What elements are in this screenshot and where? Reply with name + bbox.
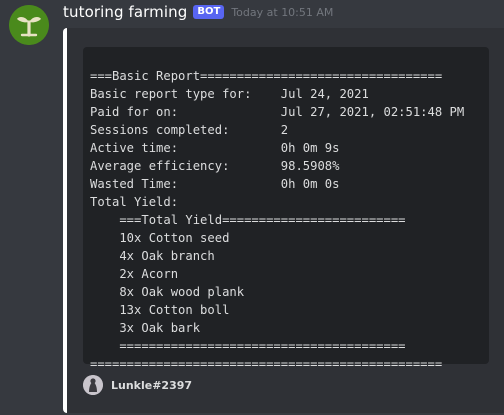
code-line: ======================================= bbox=[90, 339, 406, 353]
sprout-icon bbox=[9, 5, 49, 45]
code-line: Sessions completed: 2 bbox=[90, 123, 289, 137]
code-line: Basic report type for: Jul 24, 2021 bbox=[90, 87, 369, 101]
code-line: Average efficiency: 98.5908% bbox=[90, 159, 340, 173]
code-line: Paid for on: Jul 27, 2021, 02:51:48 PM bbox=[90, 105, 465, 119]
footer-username[interactable]: Lunkle#2397 bbox=[111, 379, 192, 392]
message-header: tutoring farming BOT Today at 10:51 AM bbox=[63, 2, 333, 22]
code-line: Active time: 0h 0m 9s bbox=[90, 141, 340, 155]
code-line: 10x Cotton seed bbox=[90, 231, 230, 245]
report-embed: ===Basic Report=========================… bbox=[63, 28, 504, 413]
author-name[interactable]: tutoring farming bbox=[63, 3, 187, 21]
code-line: ===Total Yield========================= bbox=[90, 213, 406, 227]
code-line: 3x Oak bark bbox=[90, 321, 201, 335]
code-line: 8x Oak wood plank bbox=[90, 285, 245, 299]
chat-message: tutoring farming BOT Today at 10:51 AM =… bbox=[0, 0, 504, 415]
code-line: 4x Oak branch bbox=[90, 249, 215, 263]
code-line: 2x Acorn bbox=[90, 267, 179, 281]
bot-avatar[interactable] bbox=[9, 5, 49, 45]
bot-badge: BOT bbox=[193, 5, 225, 19]
code-line: 13x Cotton boll bbox=[90, 303, 230, 317]
user-avatar-icon[interactable] bbox=[83, 375, 103, 395]
code-line: Total Yield: bbox=[90, 195, 179, 209]
code-line: ========================================… bbox=[90, 357, 443, 371]
embed-footer: Lunkle#2397 bbox=[83, 375, 192, 395]
code-line: Wasted Time: 0h 0m 0s bbox=[90, 177, 340, 191]
code-line: ===Basic Report=========================… bbox=[90, 69, 443, 83]
message-timestamp[interactable]: Today at 10:51 AM bbox=[231, 6, 333, 19]
report-codeblock: ===Basic Report=========================… bbox=[83, 47, 489, 371]
